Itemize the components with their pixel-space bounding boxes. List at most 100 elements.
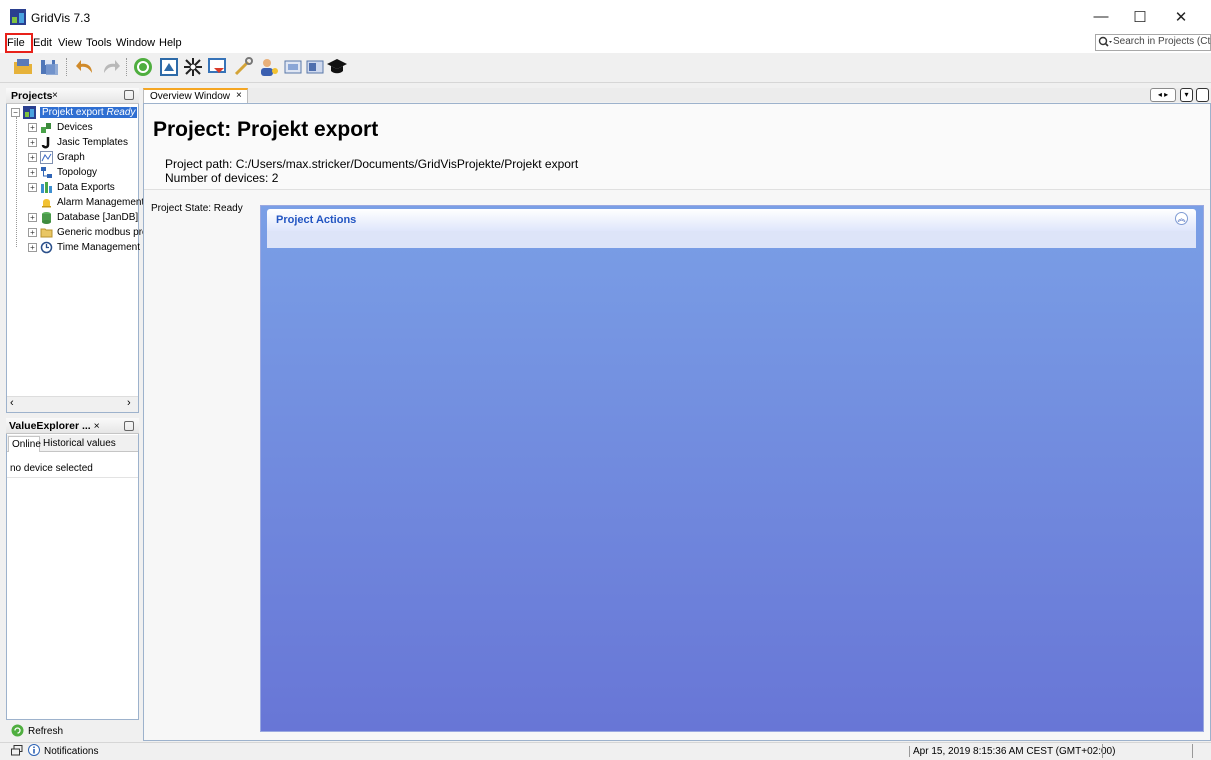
tree-item-generic-modbus[interactable]: + Generic modbus pro (28, 225, 148, 240)
project-actions-body (267, 231, 1196, 248)
refresh-icon[interactable] (11, 724, 24, 737)
project-actions-header[interactable] (267, 209, 1196, 231)
overview-header (144, 104, 1210, 190)
open-project-icon[interactable] (12, 56, 34, 78)
minimize-button[interactable]: — (1082, 0, 1120, 33)
menu-tools[interactable]: Tools (86, 37, 112, 49)
tree-item-alarm-management[interactable]: Alarm Management (40, 195, 144, 210)
toolbar-separator (126, 58, 127, 76)
tab-list-dropdown-icon[interactable]: ▾ (1180, 88, 1193, 102)
graduation-cap-icon[interactable] (326, 56, 348, 78)
menu-view[interactable]: View (58, 37, 82, 49)
overview-tab-close-icon[interactable]: × (236, 90, 242, 101)
refresh-bar (6, 720, 139, 740)
expand-icon[interactable]: + (28, 168, 37, 177)
refresh-button[interactable]: Refresh (28, 726, 63, 737)
user-settings-icon[interactable] (258, 56, 280, 78)
horizontal-scrollbar[interactable] (7, 396, 138, 412)
project-actions-area (260, 205, 1204, 732)
status-separator (1192, 744, 1193, 758)
tree-item-label: Graph (57, 152, 85, 163)
scroll-left-icon[interactable]: ‹ (10, 397, 14, 409)
tab-historical-values[interactable]: Historical values (43, 438, 116, 449)
bell-icon (42, 199, 51, 208)
undo-icon[interactable] (74, 56, 96, 78)
export-icon[interactable] (158, 56, 180, 78)
tools-icon[interactable] (232, 56, 254, 78)
search-input[interactable]: Search in Projects (Ctrl+I) (1113, 36, 1211, 47)
tree-item-topology[interactable]: + Topology (28, 165, 97, 180)
value-explorer-minimize-button[interactable] (124, 421, 134, 431)
sync-icon[interactable] (132, 56, 154, 78)
tree-item-database[interactable]: + Database [JanDB] (28, 210, 138, 225)
menu-bar (0, 33, 1211, 53)
page-title: Project: Projekt export (153, 118, 379, 141)
maximize-window-icon[interactable] (1196, 88, 1209, 102)
device-icon[interactable] (282, 56, 304, 78)
gridvis-logo-icon (10, 9, 26, 25)
tree-root-label: Projekt export (42, 107, 104, 118)
import-icon[interactable] (206, 56, 228, 78)
expand-icon[interactable]: + (28, 123, 37, 132)
tree-item-devices[interactable]: + Devices (28, 120, 93, 135)
tree-item-label: Generic modbus pro (57, 227, 148, 238)
tree-guide-line (16, 117, 17, 247)
folder-icon (40, 228, 53, 238)
topology-star-icon[interactable] (182, 56, 204, 78)
expand-icon[interactable]: + (28, 213, 37, 222)
restore-window-icon[interactable] (11, 745, 23, 756)
tree-item-data-exports[interactable]: + Data Exports (28, 180, 115, 195)
jasic-icon (41, 137, 50, 149)
expand-icon[interactable]: + (28, 138, 37, 147)
toolbar-separator (66, 58, 67, 76)
project-icon (23, 106, 36, 119)
tree-item-label: Topology (57, 167, 98, 178)
maximize-button[interactable]: ☐ (1121, 0, 1159, 33)
projects-tab-close-icon[interactable]: × (52, 90, 58, 101)
menu-help[interactable]: Help (159, 37, 182, 49)
save-icon[interactable] (38, 56, 60, 78)
project-actions-title: Project Actions (276, 214, 357, 226)
collapse-icon[interactable]: − (11, 108, 20, 117)
search-icon (1098, 36, 1112, 47)
tree-item-graph[interactable]: + Graph (28, 150, 85, 165)
tab-online[interactable]: Online (8, 436, 41, 452)
tree-root-status: Ready (106, 107, 136, 118)
tree-item-label: Data Exports (57, 182, 115, 193)
divider (7, 477, 138, 478)
tree-item-jasic-templates[interactable]: + Jasic Templates (28, 135, 128, 150)
value-explorer-tab[interactable]: ValueExplorer ... × (9, 420, 100, 432)
tree-item-time-management[interactable]: + Time Management (28, 240, 140, 255)
scroll-right-icon[interactable]: › (127, 397, 131, 409)
window-title: GridVis 7.3 (31, 11, 91, 25)
expand-icon[interactable]: + (28, 183, 37, 192)
close-button[interactable]: ✕ (1162, 0, 1200, 33)
time-icon (40, 241, 53, 254)
menu-edit[interactable]: Edit (33, 37, 52, 49)
expand-icon[interactable]: + (28, 243, 37, 252)
status-separator (1102, 744, 1103, 758)
devices-icon (41, 123, 51, 133)
topology-icon (41, 167, 52, 178)
value-explorer-tab-label: ValueExplorer ... (9, 420, 91, 432)
tree-item-label: Jasic Templates (57, 137, 128, 148)
expand-icon[interactable]: + (28, 153, 37, 162)
tree-item-label: Database [JanDB] (57, 212, 139, 223)
menu-window[interactable]: Window (116, 37, 155, 49)
tree-root-project[interactable]: − Projekt export Ready (11, 105, 138, 120)
value-explorer-close-icon[interactable]: × (94, 420, 100, 432)
tab-navigation-buttons[interactable]: ◂ ▸ (1150, 88, 1176, 102)
projects-minimize-button[interactable] (124, 90, 134, 100)
projects-tab[interactable]: Projects (11, 90, 52, 102)
editor-tabbar (143, 88, 1211, 102)
notifications-button[interactable]: Notifications (44, 746, 98, 757)
redo-icon[interactable] (100, 56, 122, 78)
tree-item-label: Devices (57, 122, 93, 133)
tab-overview-window[interactable]: Overview Window (143, 88, 248, 103)
info-icon (28, 744, 40, 756)
expand-icon[interactable]: + (28, 228, 37, 237)
no-device-message: no device selected (10, 463, 93, 474)
project-state: Project State: Ready (151, 203, 243, 214)
monitor-icon[interactable] (304, 56, 326, 78)
collapse-chevron-icon[interactable]: ︽ (1175, 212, 1188, 225)
